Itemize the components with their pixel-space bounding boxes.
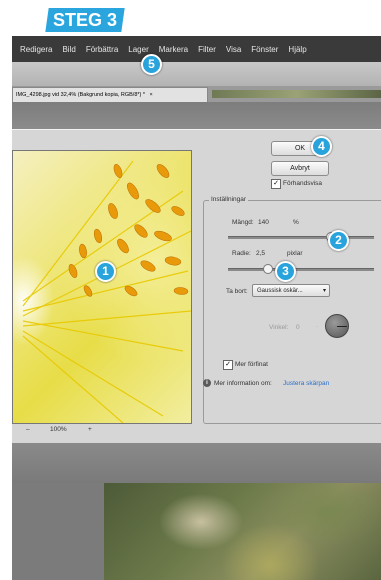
menu-filter[interactable]: Filter: [198, 45, 216, 54]
preview-image[interactable]: [12, 150, 192, 424]
settings-group: [203, 200, 381, 424]
unsharp-dialog: – 100% + OK Avbryt ✓ Förhandsvisa Instäl…: [12, 129, 381, 444]
radius-slider-track[interactable]: [228, 268, 374, 271]
preview-label: Förhandsvisa: [283, 180, 323, 187]
callout-4: 4: [311, 136, 332, 157]
options-bar: [12, 62, 381, 87]
menu-forbattra[interactable]: Förbättra: [86, 45, 118, 54]
info-link[interactable]: Justera skärpan: [283, 380, 329, 387]
angle-value: 0: [296, 324, 300, 331]
tab-strip: IMG_4298.jpg vid 32,4% (Bakgrund kopia, …: [12, 86, 381, 102]
more-refined-label: Mer förfinat: [235, 361, 268, 368]
zoom-level: 100%: [50, 426, 67, 433]
step-badge: STEG 3: [45, 8, 125, 32]
amount-unit: %: [293, 219, 299, 226]
menu-bild[interactable]: Bild: [62, 45, 75, 54]
callout-5: 5: [141, 54, 162, 75]
ok-button-label: OK: [294, 145, 306, 152]
menu-fonster[interactable]: Fönster: [251, 45, 278, 54]
canvas-gutter: [12, 443, 381, 483]
angle-dial[interactable]: [325, 314, 349, 338]
amount-slider-track[interactable]: [228, 236, 374, 239]
more-refined-checkbox[interactable]: ✓: [223, 360, 233, 370]
menu-bar: Redigera Bild Förbättra Lager Markera Fi…: [12, 36, 381, 62]
callout-3: 3: [275, 261, 296, 282]
chevron-down-icon: ▾: [322, 288, 326, 294]
settings-group-title: Inställningar: [209, 196, 249, 203]
document-tab[interactable]: IMG_4298.jpg vid 32,4% (Bakgrund kopia, …: [12, 87, 208, 102]
angle-dial-indicator: [337, 326, 347, 327]
zoom-in-button[interactable]: +: [88, 426, 92, 433]
info-icon: i: [203, 379, 211, 387]
angle-label: Vinkel:: [269, 324, 289, 331]
flower-stamens-graphic: [22, 160, 191, 423]
zoom-out-button[interactable]: –: [26, 426, 30, 433]
remove-label: Ta bort:: [226, 288, 248, 295]
angle-dot: ·: [316, 323, 319, 330]
radius-label: Radie:: [232, 250, 251, 257]
radius-unit: pixlar: [287, 250, 303, 257]
document-photo: [104, 483, 381, 580]
callout-2: 2: [328, 230, 349, 251]
menu-markera[interactable]: Markera: [159, 45, 188, 54]
step-label: STEG 3: [52, 10, 118, 30]
app-window: Redigera Bild Förbättra Lager Markera Fi…: [12, 36, 381, 580]
menu-hjalp[interactable]: Hjälp: [288, 45, 306, 54]
remove-dropdown[interactable]: Gaussisk oskär... ▾: [252, 284, 330, 297]
canvas-band: [12, 102, 381, 132]
document-tab-title: IMG_4298.jpg vid 32,4% (Bakgrund kopia, …: [16, 92, 146, 98]
menu-visa[interactable]: Visa: [226, 45, 241, 54]
remove-dropdown-value: Gaussisk oskär...: [257, 288, 303, 294]
menu-redigera[interactable]: Redigera: [20, 45, 52, 54]
menu-lager[interactable]: Lager: [128, 45, 148, 54]
cancel-button[interactable]: Avbryt: [271, 161, 329, 176]
cancel-button-label: Avbryt: [290, 165, 310, 172]
zoom-controls: – 100% +: [12, 424, 190, 438]
amount-label: Mängd:: [232, 219, 254, 226]
close-tab-icon[interactable]: ×: [150, 92, 153, 98]
radius-value[interactable]: 2,5: [256, 250, 265, 257]
callout-1: 1: [95, 261, 116, 282]
amount-value[interactable]: 140: [258, 219, 269, 226]
info-label: Mer information om:: [214, 380, 272, 387]
preview-checkbox[interactable]: ✓: [271, 179, 281, 189]
tab-strip-photo-edge: [212, 90, 381, 98]
